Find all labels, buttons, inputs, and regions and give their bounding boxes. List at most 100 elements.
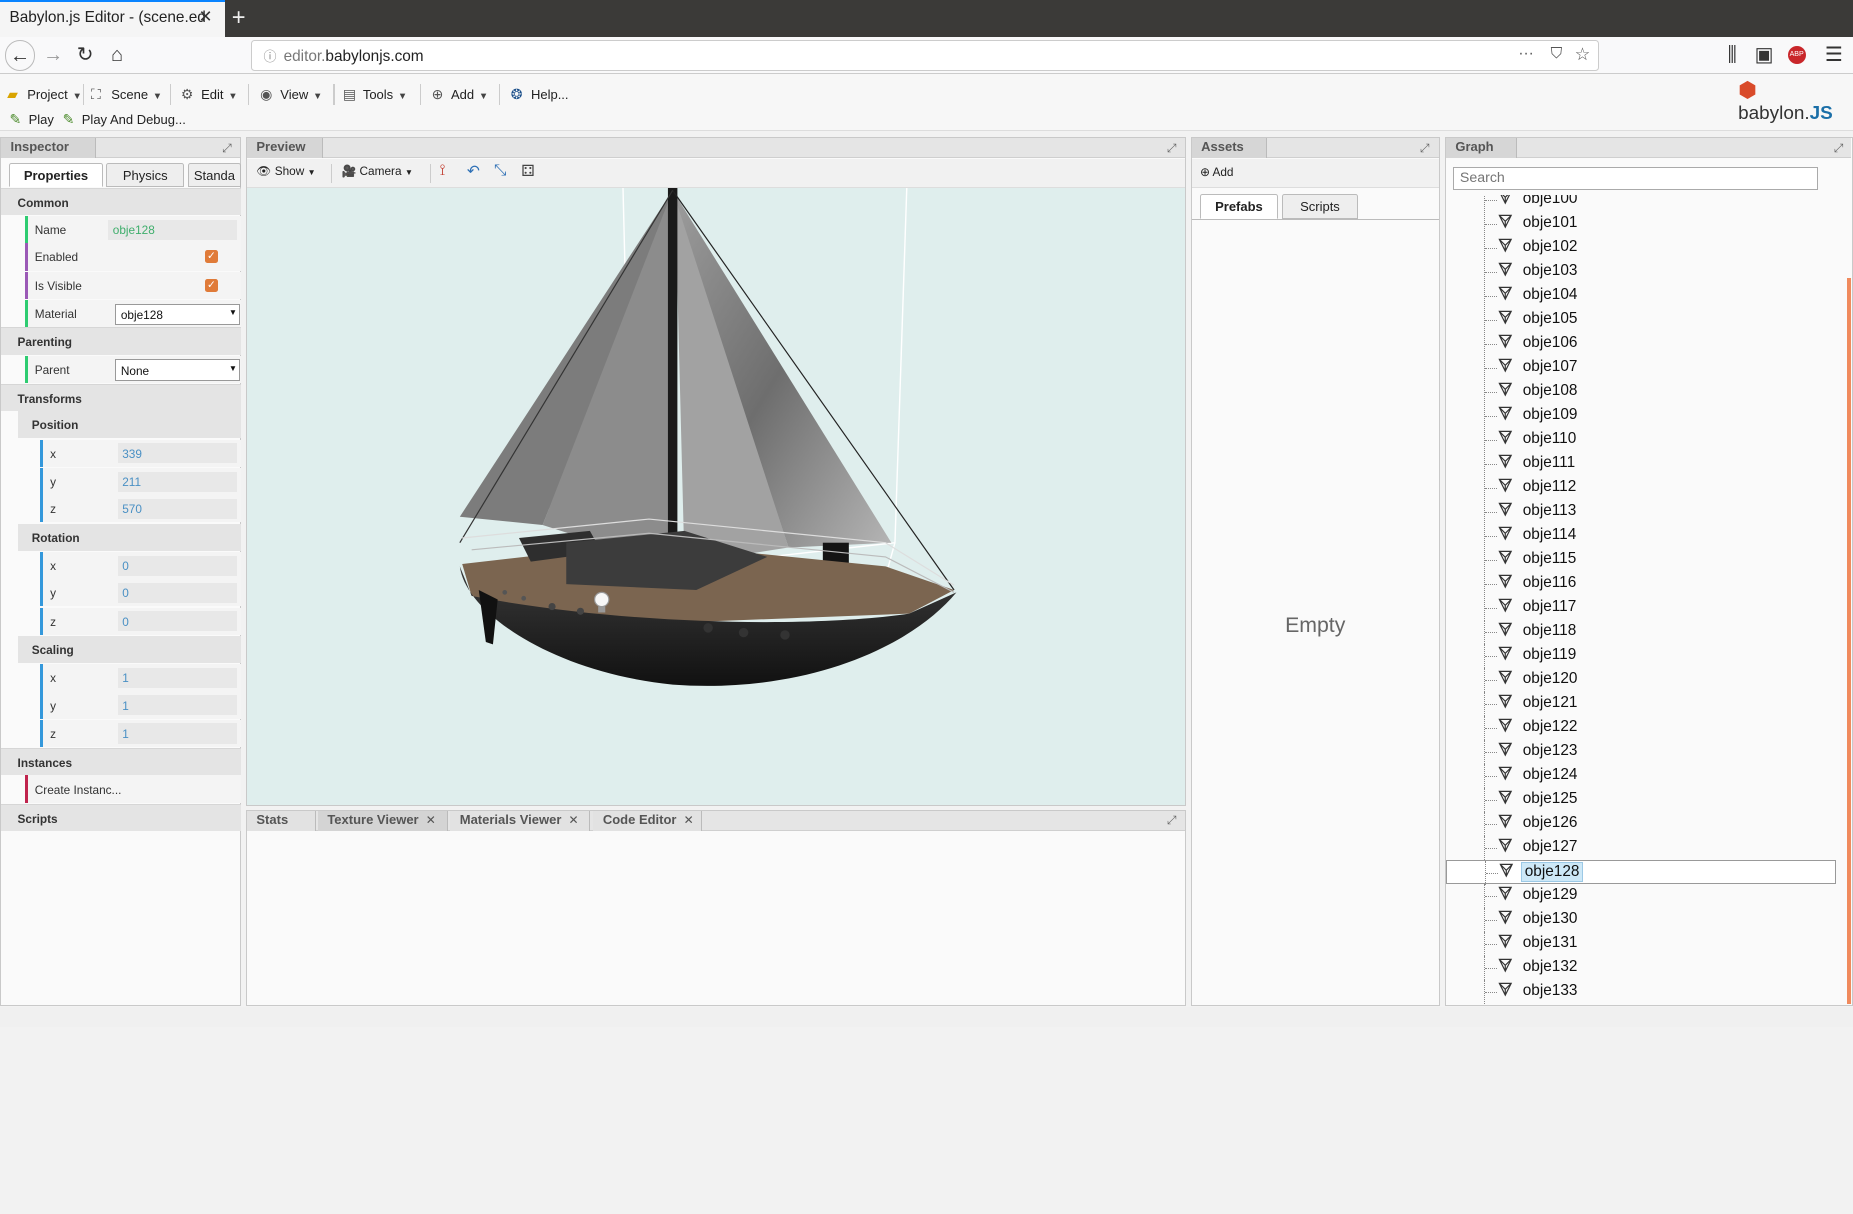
graph-node[interactable]: obje115 (1446, 547, 1836, 572)
rotation-y-input[interactable]: 0 (117, 582, 237, 603)
url-bar[interactable]: ⓘ editor.babylonjs.com ··· ⛉ ☆ (250, 40, 1599, 71)
section-scripts[interactable]: Scripts (1, 803, 242, 832)
tab-physics[interactable]: Physics (106, 162, 185, 187)
enabled-checkbox[interactable]: ✓ (205, 250, 218, 264)
graph-node[interactable]: obje101 (1446, 211, 1836, 236)
close-tab-icon[interactable]: ✕ (199, 7, 213, 27)
home-icon[interactable]: ⌂ (102, 40, 133, 71)
info-icon[interactable]: ⓘ (263, 49, 276, 64)
graph-node[interactable]: obje104 (1446, 283, 1836, 308)
bookmark-star-icon[interactable]: ☆ (1575, 44, 1591, 65)
menu-icon[interactable]: ☰ (1819, 40, 1850, 71)
graph-node[interactable]: obje122 (1446, 715, 1836, 740)
graph-node[interactable]: obje103 (1446, 259, 1836, 284)
project-menu[interactable]: ▰ Project ▼ (7, 82, 82, 108)
graph-node[interactable]: obje112 (1446, 475, 1836, 500)
camera-dropdown[interactable]: 🎥 Camera ▼ (342, 164, 414, 178)
graph-node[interactable]: obje131 (1446, 931, 1836, 956)
graph-node[interactable]: obje121 (1446, 691, 1836, 716)
rotation-x-input[interactable]: 0 (117, 555, 237, 576)
position-x-input[interactable]: 339 (117, 443, 237, 464)
tab-standard[interactable]: Standa (187, 162, 242, 187)
maximize-icon[interactable]: ⤢ (1420, 141, 1429, 156)
graph-node[interactable]: obje128 (1445, 859, 1837, 885)
graph-node[interactable]: obje111 (1446, 451, 1836, 476)
graph-node[interactable]: obje106 (1446, 331, 1836, 356)
maximize-icon[interactable]: ⤢ (1834, 141, 1843, 156)
library-icon[interactable]: ⫼ (1717, 40, 1748, 71)
rotation-gizmo-icon[interactable]: ↶ (467, 162, 480, 181)
name-input[interactable]: obje128 (108, 219, 237, 240)
position-y-input[interactable]: 211 (117, 471, 237, 492)
scaling-gizmo-icon[interactable]: ⤡ (494, 162, 506, 180)
graph-node[interactable]: obje110 (1446, 427, 1836, 452)
scaling-x-input[interactable]: 1 (117, 667, 237, 688)
graph-node[interactable]: obje127 (1446, 835, 1836, 860)
adblock-icon[interactable]: ABP (1787, 46, 1806, 64)
tab-materials-viewer[interactable]: Materials Viewer ✕ (450, 810, 590, 832)
graph-node[interactable]: obje118 (1446, 619, 1836, 644)
create-instance-button[interactable]: Create Instanc... (35, 783, 122, 797)
maximize-icon[interactable]: ⤢ (1167, 141, 1176, 156)
graph-search-input[interactable] (1452, 166, 1819, 191)
graph-node[interactable]: obje130 (1446, 907, 1836, 932)
3d-viewport[interactable] (246, 187, 1185, 806)
tab-texture-viewer[interactable]: Texture Viewer ✕ (317, 810, 448, 832)
scaling-y-input[interactable]: 1 (117, 695, 237, 716)
graph-node[interactable]: obje123 (1446, 739, 1836, 764)
help-menu[interactable]: ❂ Help... (511, 82, 569, 108)
section-parenting[interactable]: Parenting (1, 327, 242, 355)
maximize-icon[interactable]: ⤢ (222, 141, 231, 156)
position-z-input[interactable]: 570 (117, 498, 237, 519)
graph-node[interactable]: obje124 (1446, 763, 1836, 788)
scaling-z-input[interactable]: 1 (117, 723, 237, 744)
graph-scrollbar[interactable] (1846, 277, 1852, 1004)
sidebar-icon[interactable]: ▣ (1749, 40, 1780, 71)
browser-tab[interactable]: Babylon.js Editor - (scene.ed (0, 0, 225, 37)
graph-node[interactable]: obje117 (1446, 595, 1836, 620)
section-instances[interactable]: Instances (1, 748, 242, 776)
bounding-box-gizmo-icon[interactable]: ⚃ (521, 162, 534, 181)
show-dropdown[interactable]: 👁 Show ▼ (256, 164, 315, 178)
graph-node[interactable]: obje102 (1446, 235, 1836, 260)
tab-stats[interactable]: Stats (246, 810, 316, 832)
close-icon[interactable]: ✕ (426, 813, 436, 827)
page-actions-icon[interactable]: ··· (1518, 45, 1533, 63)
maximize-icon[interactable]: ⤢ (1167, 813, 1176, 828)
graph-node[interactable]: obje120 (1446, 667, 1836, 692)
subsection-rotation[interactable]: Rotation (17, 523, 242, 551)
view-menu[interactable]: ◉ View ▼ (260, 82, 322, 108)
new-tab-icon[interactable]: + (232, 5, 246, 32)
graph-node[interactable]: obje105 (1446, 307, 1836, 332)
tab-properties[interactable]: Properties (9, 162, 103, 187)
graph-node[interactable]: obje125 (1446, 787, 1836, 812)
section-common[interactable]: Common (1, 187, 242, 215)
material-select[interactable]: obje128 ▼ (115, 303, 241, 325)
pocket-icon[interactable]: ⛉ (1551, 45, 1563, 63)
edit-menu[interactable]: ⚙ Edit ▼ (181, 82, 238, 108)
tab-scripts[interactable]: Scripts (1281, 193, 1359, 219)
add-asset-button[interactable]: ⊕ Add (1200, 165, 1234, 179)
graph-node[interactable]: obje109 (1446, 403, 1836, 428)
section-transforms[interactable]: Transforms (1, 384, 242, 412)
graph-node[interactable]: obje116 (1446, 571, 1836, 596)
reload-icon[interactable]: ↻ (70, 40, 101, 71)
add-menu[interactable]: ⊕ Add ▼ (432, 82, 489, 108)
graph-node[interactable]: obje100 (1446, 194, 1836, 212)
scene-menu[interactable]: ⛶ Scene ▼ (91, 82, 162, 108)
tab-prefabs[interactable]: Prefabs (1199, 193, 1278, 219)
subsection-position[interactable]: Position (17, 411, 242, 439)
close-icon[interactable]: ✕ (684, 813, 694, 827)
position-gizmo-icon[interactable]: ⟟ (440, 162, 446, 180)
graph-node[interactable]: obje126 (1446, 811, 1836, 836)
parent-select[interactable]: None ▼ (115, 359, 241, 381)
subsection-scaling[interactable]: Scaling (17, 635, 242, 664)
graph-node[interactable]: obje114 (1446, 523, 1836, 548)
back-icon[interactable]: ← (4, 40, 36, 71)
tools-menu[interactable]: ▤ Tools ▼ (343, 82, 407, 108)
tab-code-editor[interactable]: Code Editor ✕ (593, 810, 703, 832)
graph-node[interactable]: obje133 (1446, 979, 1836, 1004)
play-debug-button[interactable]: ✎ Play And Debug... (63, 109, 186, 130)
graph-node[interactable]: obje107 (1446, 355, 1836, 380)
graph-node[interactable]: obje113 (1446, 499, 1836, 524)
